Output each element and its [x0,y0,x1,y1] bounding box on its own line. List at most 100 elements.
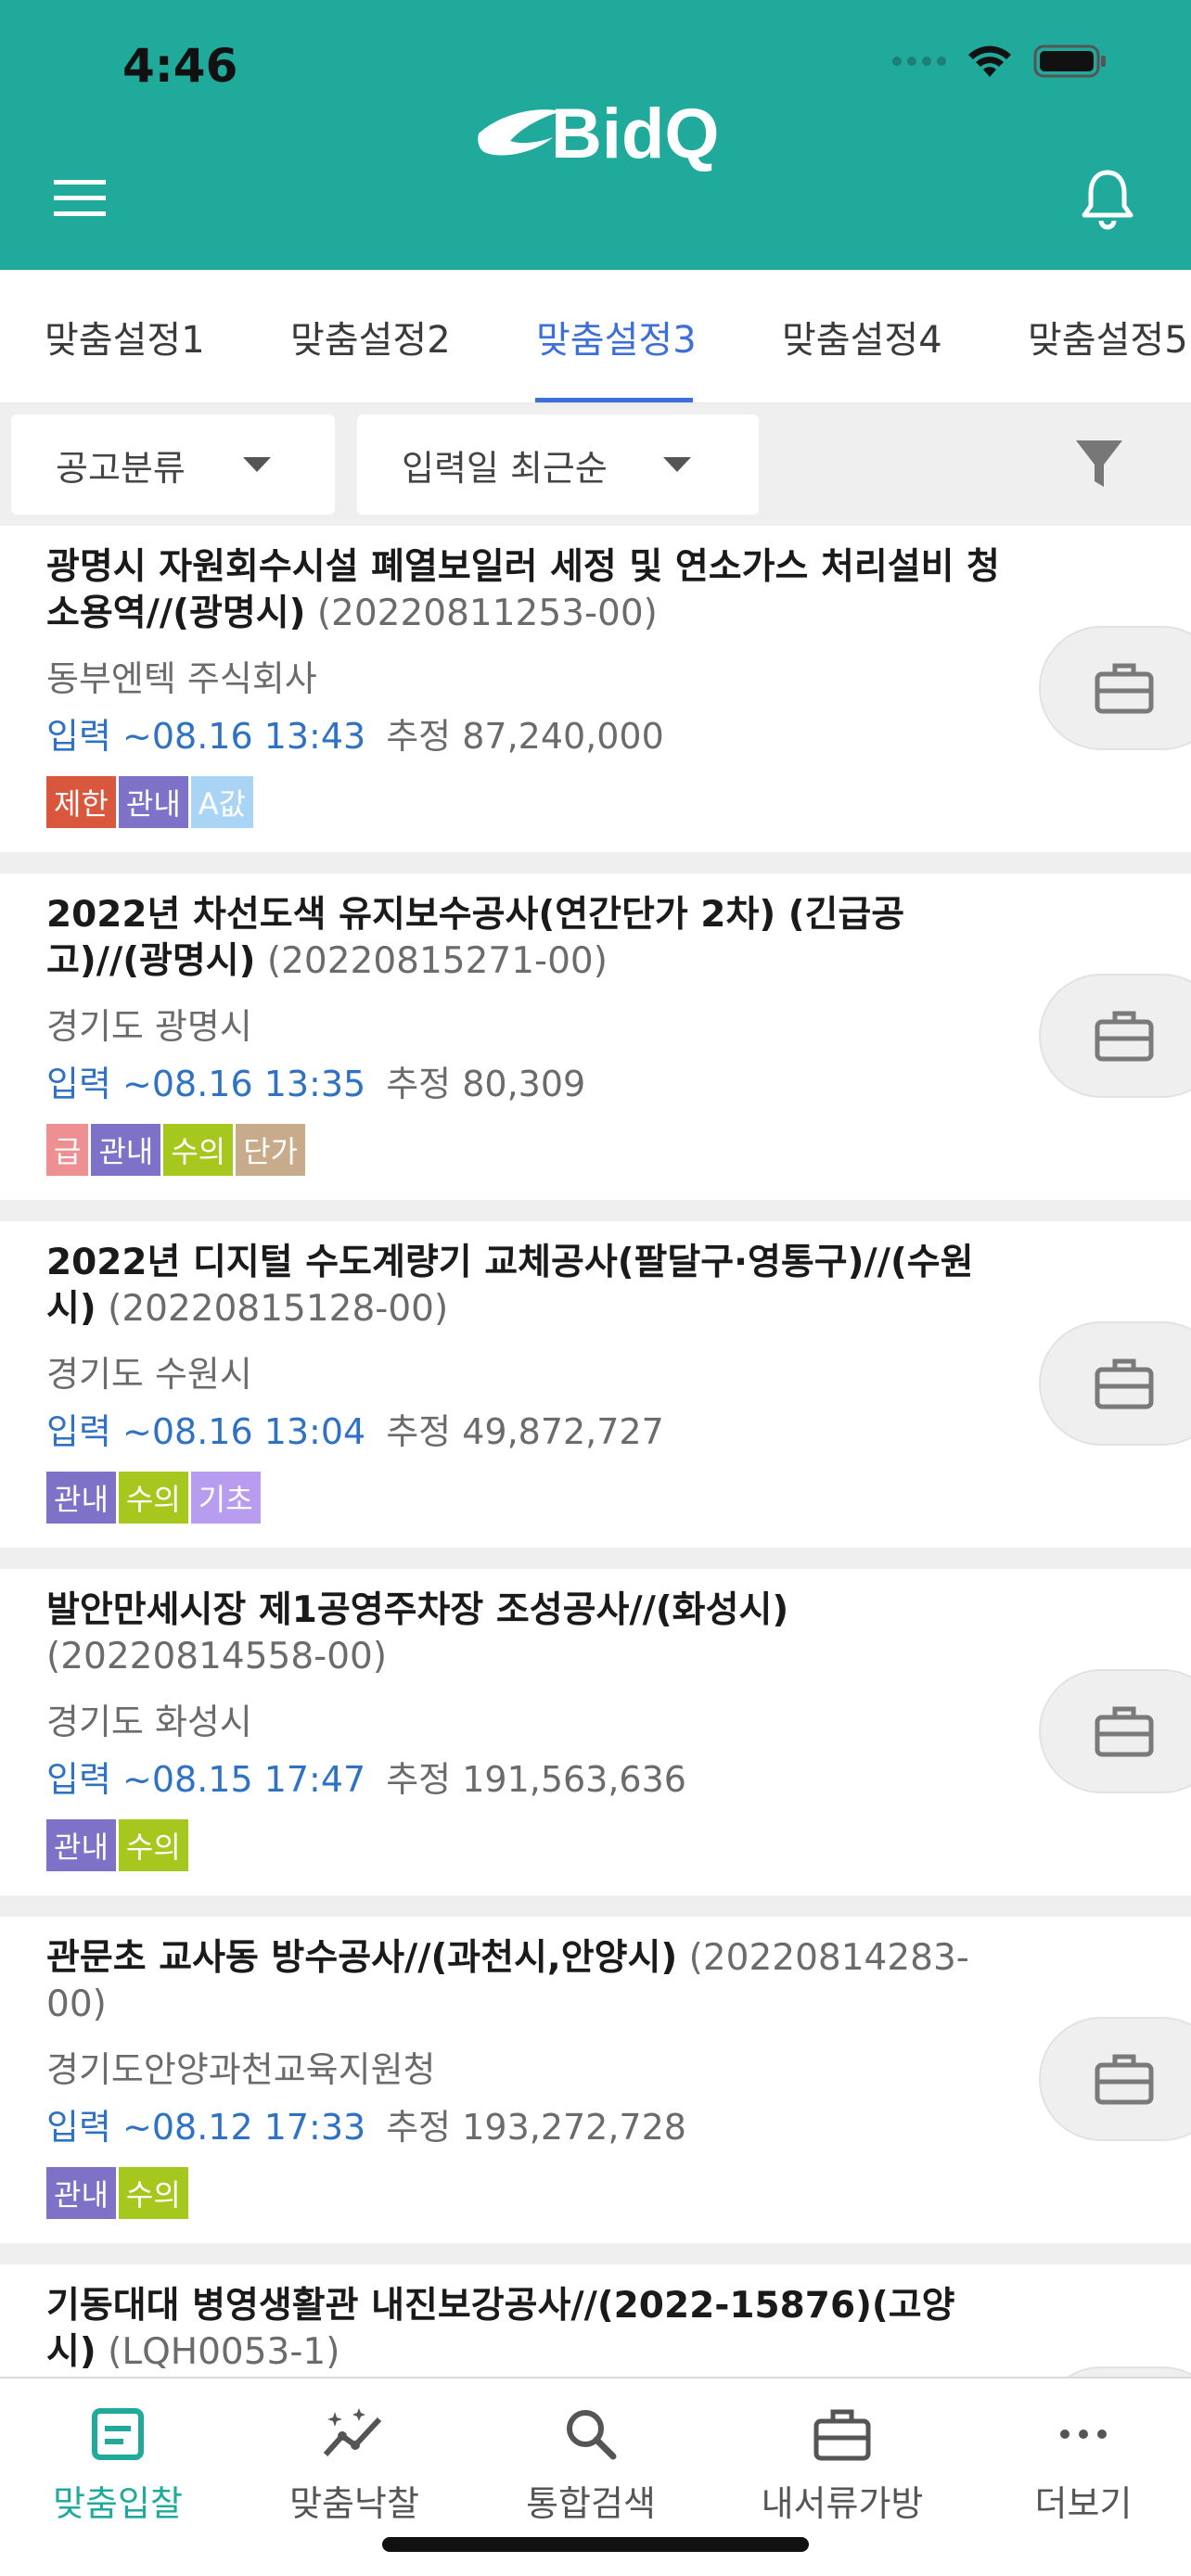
nav-custom-award[interactable]: 맞춤낙찰 [243,2406,466,2526]
tag-badge: 수의 [163,1124,234,1176]
search-icon [567,2410,617,2460]
tag-badge: 수의 [118,1819,188,1871]
bid-meta: 입력 ~08.16 13:35 추정 80,309 [46,1055,585,1106]
bid-estimate: 추정 193,272,728 [386,2107,686,2148]
bid-estimate: 추정 80,309 [386,1064,586,1104]
bid-meta: 입력 ~08.15 17:47 추정 191,563,636 [46,1751,686,1802]
tab-custom-setting-1[interactable]: 맞춤설정1 [45,270,205,402]
battery-icon [1033,45,1106,78]
nav-label: 통합검색 [526,2483,656,2524]
nav-label: 내서류가방 [761,2483,924,2524]
bid-organization: 동부엔텍 주식회사 [46,658,317,699]
award-sparkle-icon [323,2408,382,2457]
bid-tags: 급 관내 수의 단가 [46,1124,306,1176]
bid-item[interactable]: 2022년 디지털 수도계량기 교체공사(팔달구·영통구)//(수원시) (20… [0,1221,1191,1548]
tag-badge: 관내 [46,1472,116,1524]
bid-item[interactable]: 관문초 교사동 방수공사//(과천시,안양시) (20220814283-00)… [0,1917,1191,2243]
briefcase-icon [1095,1358,1154,1409]
add-to-briefcase-button[interactable] [1039,2366,1191,2377]
sort-dropdown[interactable]: 입력일 최근순 [357,414,759,515]
bid-code: (20220815128-00) [108,1288,449,1330]
bid-item[interactable]: 기동대대 병영생활관 내진보강공사//(2022-15876)(고양시) (LQ… [0,2264,1191,2377]
filter-funnel-icon[interactable] [1074,439,1124,491]
notification-bell-icon[interactable] [1080,169,1135,230]
more-dots-icon [1060,2429,1107,2439]
bid-organization: 경기도 화성시 [46,1702,252,1742]
bid-estimate: 추정 49,872,727 [386,1411,664,1452]
tag-badge: 관내 [46,1819,116,1871]
tag-badge: 급 [46,1124,89,1176]
bid-tags: 제한 관내 A값 [46,776,254,828]
custom-bid-icon [92,2408,144,2460]
tab-custom-setting-2[interactable]: 맞춤설정2 [290,270,451,402]
bid-item[interactable]: 2022년 차선도색 유지보수공사(연간단가 2차) (긴급공고)//(광명시)… [0,874,1191,1200]
bid-tags: 관내 수의 기초 [46,1472,261,1524]
add-to-briefcase-button[interactable] [1039,626,1191,750]
status-icons [892,43,1108,80]
briefcase-icon [1095,663,1154,714]
tag-badge: 관내 [118,776,188,828]
bid-code: (20220815271-00) [266,940,608,982]
bid-deadline: 입력 ~08.12 17:33 [46,2107,366,2148]
bid-deadline: 입력 ~08.15 17:47 [46,1759,366,1800]
nav-more[interactable]: 더보기 [972,2406,1191,2526]
nav-custom-bid[interactable]: 맞춤입찰 [6,2406,229,2526]
bid-title: 기동대대 병영생활관 내진보강공사//(2022-15876)(고양시) (LQ… [46,2285,955,2373]
tab-custom-setting-4[interactable]: 맞춤설정4 [782,270,942,402]
add-to-briefcase-button[interactable] [1039,1669,1191,1793]
bid-tags: 관내 수의 [46,1819,188,1871]
bid-item[interactable]: 광명시 자원회수시설 폐열보일러 세정 및 연소가스 처리설비 청소용역//(광… [0,526,1191,852]
bid-title: 발안만세시장 제1공영주차장 조성공사//(화성시) (20220814558-… [46,1589,789,1677]
bid-organization: 경기도 수원시 [46,1354,252,1395]
briefcase-icon [1095,1706,1154,1757]
bid-code: (20220811253-00) [316,593,658,634]
bid-deadline: 입력 ~08.16 13:35 [46,1064,366,1104]
hamburger-menu-icon[interactable] [54,176,106,221]
app-header: 4:46 BidQ [0,0,1191,270]
tag-badge: 기초 [190,1472,261,1524]
wifi-icon [968,45,1011,77]
status-time: 4:46 [122,39,238,93]
tab-custom-setting-5[interactable]: 맞춤설정5 [1028,270,1188,402]
chevron-down-icon [663,457,691,472]
bid-organization: 경기도안양과천교육지원청 [46,2049,436,2090]
bid-title: 2022년 디지털 수도계량기 교체공사(팔달구·영통구)//(수원시) (20… [46,1242,974,1330]
category-dropdown[interactable]: 공고분류 [11,414,335,515]
bid-code: (LQH0053-1) [108,2331,340,2373]
bid-estimate: 추정 87,240,000 [386,716,664,757]
briefcase-icon [1095,2054,1154,2105]
nav-my-briefcase[interactable]: 내서류가방 [731,2406,954,2526]
category-dropdown-label: 공고분류 [56,447,186,489]
bid-list: 광명시 자원회수시설 폐열보일러 세정 및 연소가스 처리설비 청소용역//(광… [0,526,1191,2377]
add-to-briefcase-button[interactable] [1039,974,1191,1098]
bid-deadline: 입력 ~08.16 13:04 [46,1411,366,1452]
bid-deadline: 입력 ~08.16 13:43 [46,716,366,757]
tab-custom-setting-3[interactable]: 맞춤설정3 [536,270,697,402]
bid-meta: 입력 ~08.16 13:43 추정 87,240,000 [46,708,664,759]
bid-title: 관문초 교사동 방수공사//(과천시,안양시) (20220814283-00) [46,1937,969,2025]
tag-badge: 제한 [46,776,116,828]
nav-integrated-search[interactable]: 통합검색 [480,2406,702,2526]
briefcase-icon [813,2409,871,2461]
chevron-down-icon [243,457,271,472]
bid-organization: 경기도 광명시 [46,1006,252,1047]
briefcase-icon [1095,1011,1154,1062]
bid-code: (20220814558-00) [46,1636,388,1677]
bid-item[interactable]: 발안만세시장 제1공영주차장 조성공사//(화성시) (20220814558-… [0,1569,1191,1895]
bid-title: 2022년 차선도색 유지보수공사(연간단가 2차) (긴급공고)//(광명시)… [46,894,905,982]
filter-bar: 공고분류 입력일 최근순 [0,403,1191,526]
bid-meta: 입력 ~08.16 13:04 추정 49,872,727 [46,1403,664,1454]
add-to-briefcase-button[interactable] [1039,2017,1191,2141]
bidq-logo: BidQ [478,95,720,173]
add-to-briefcase-button[interactable] [1039,1321,1191,1446]
svg-text:BidQ: BidQ [551,95,720,173]
tag-badge: 관내 [46,2167,116,2219]
nav-label: 맞춤낙찰 [289,2483,419,2524]
nav-label: 더보기 [1034,2483,1133,2524]
nav-label: 맞춤입찰 [53,2483,183,2524]
cellular-signal-icon [892,57,946,66]
home-indicator[interactable] [382,2537,809,2552]
tag-badge: 수의 [118,2167,188,2219]
bid-estimate: 추정 191,563,636 [386,1759,686,1800]
bid-tags: 관내 수의 [46,2167,188,2219]
